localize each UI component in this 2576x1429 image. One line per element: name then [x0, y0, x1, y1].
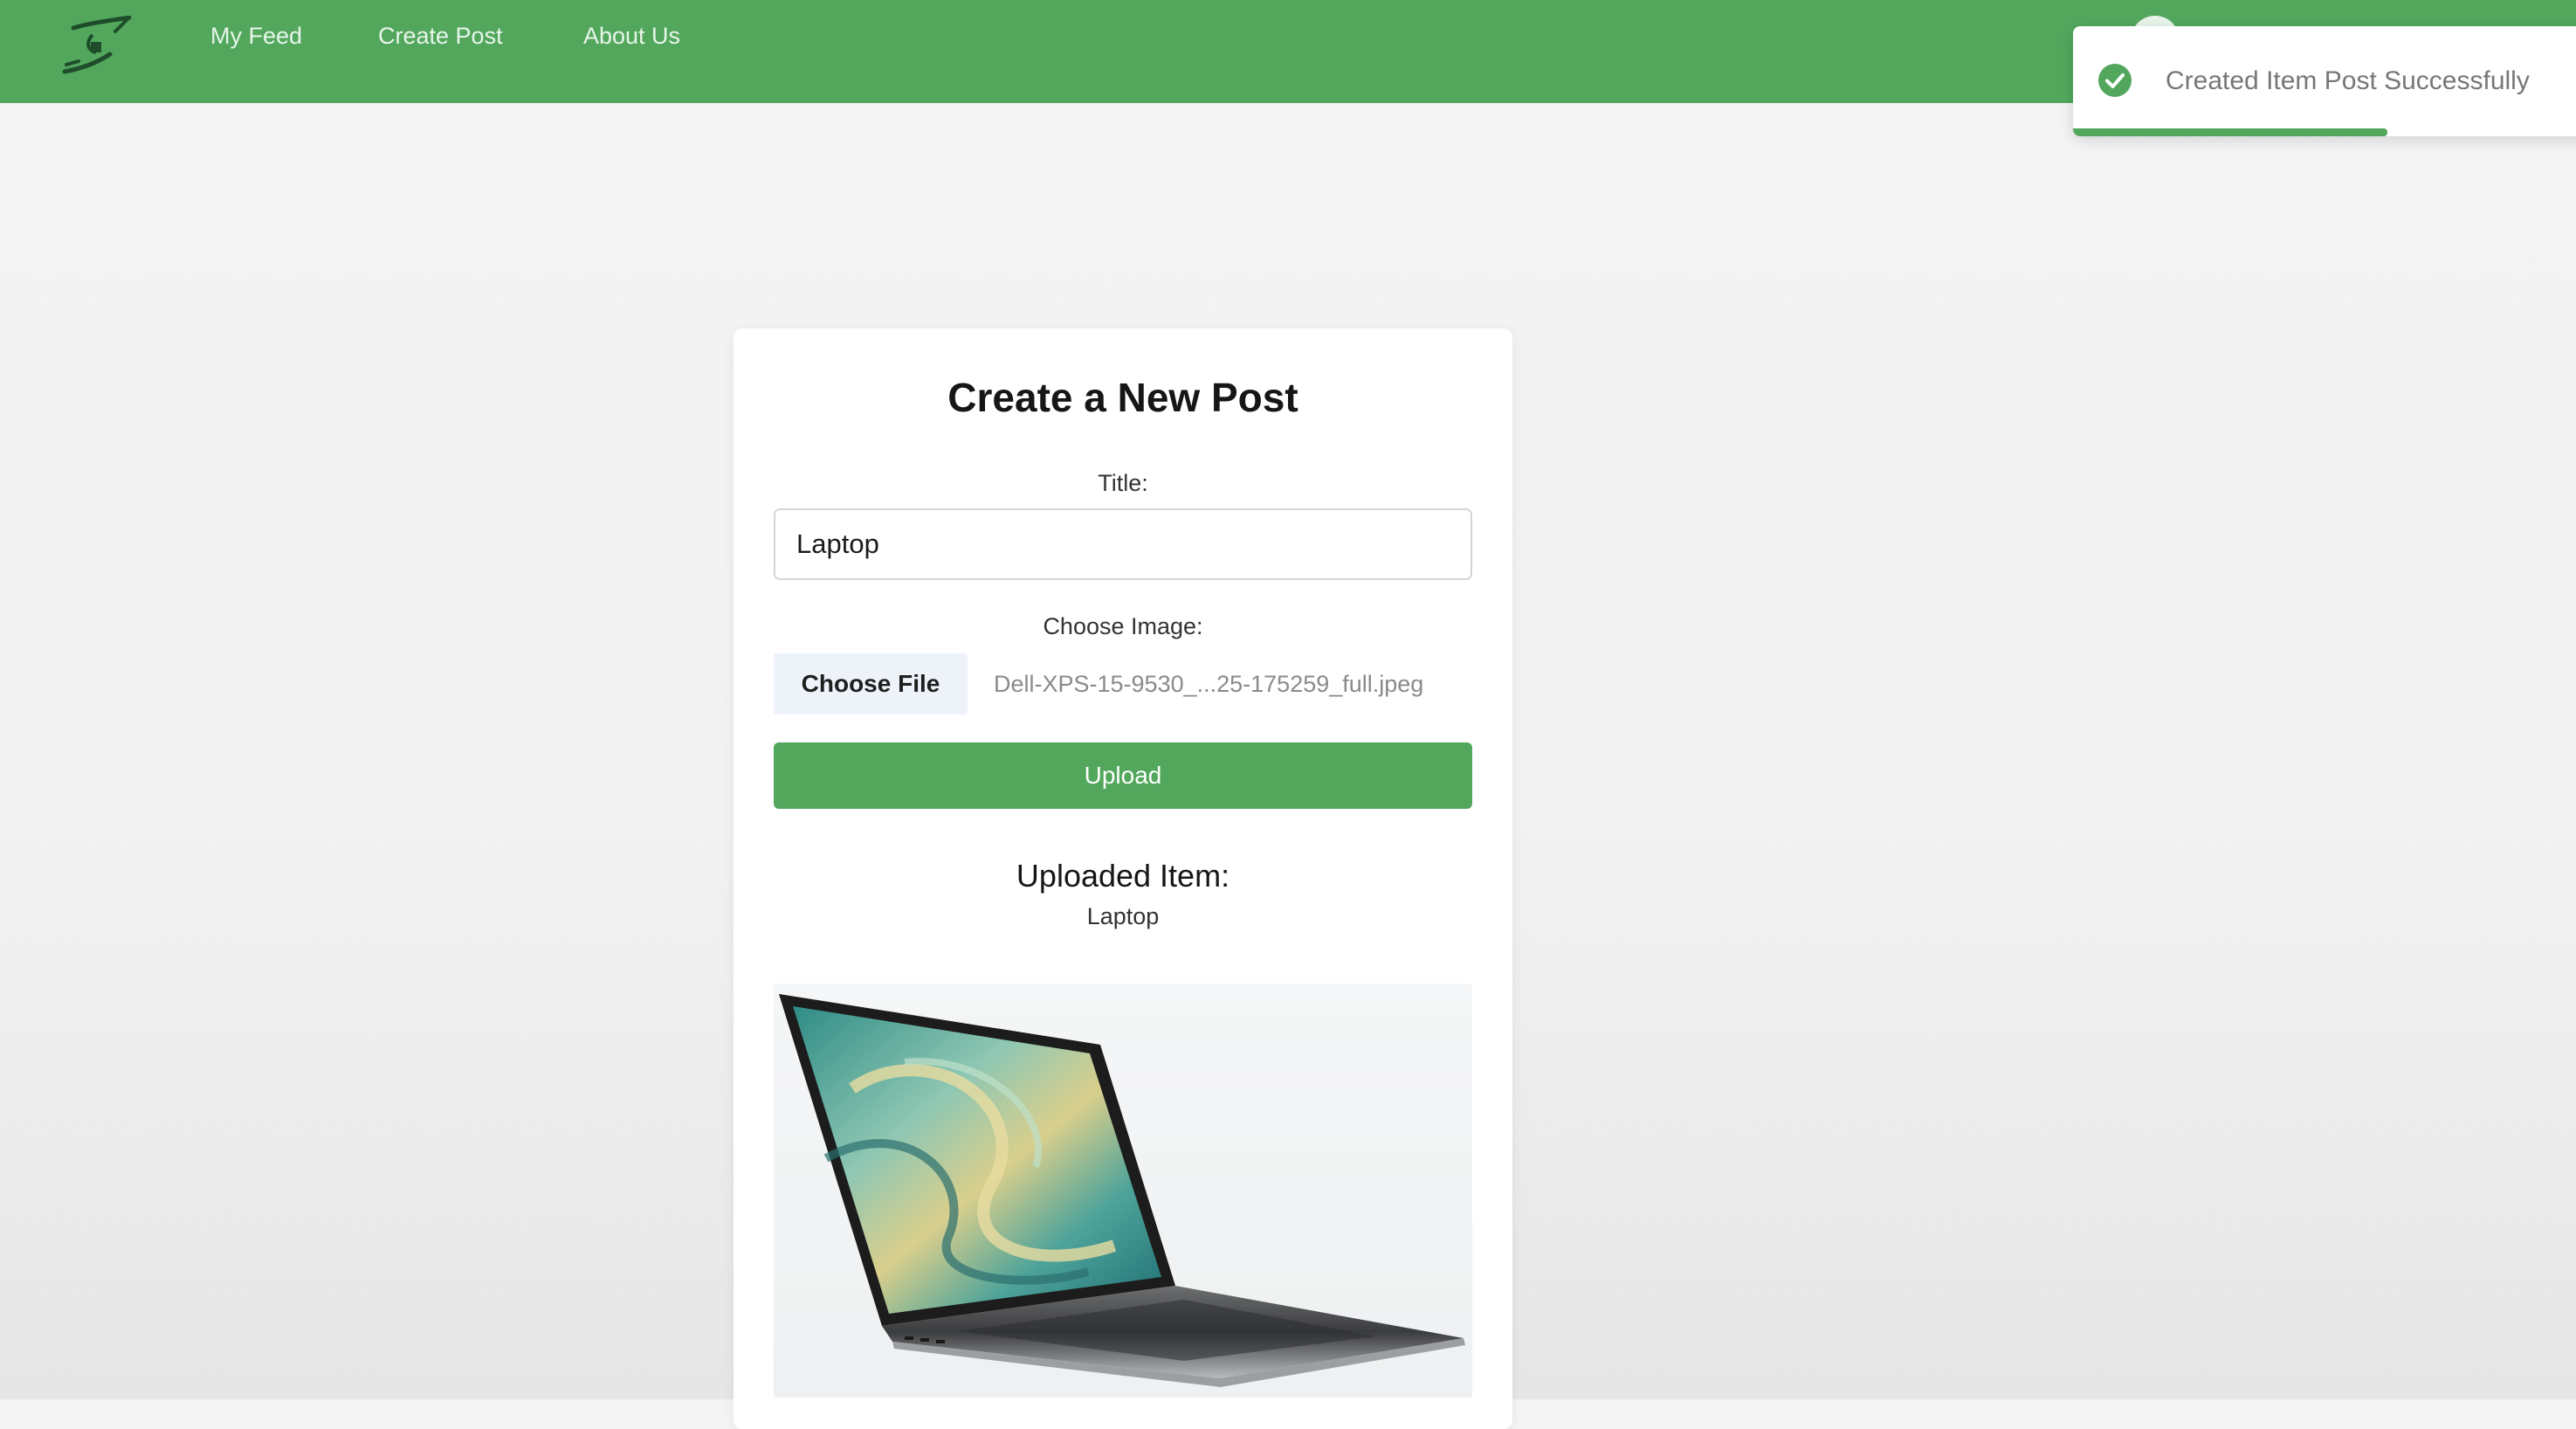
- uploaded-item-heading: Uploaded Item:: [1016, 858, 1230, 894]
- selected-file-name: Dell-XPS-15-9530_...25-175259_full.jpeg: [994, 671, 1424, 697]
- nav-my-feed[interactable]: My Feed: [210, 23, 302, 50]
- nav-create-post[interactable]: Create Post: [378, 23, 503, 50]
- page-title: Create a New Post: [947, 375, 1298, 420]
- upload-button[interactable]: Upload: [774, 742, 1472, 809]
- choose-file-button[interactable]: Choose File: [774, 653, 968, 714]
- uploaded-item-name: Laptop: [1086, 903, 1160, 929]
- hands-logo-icon[interactable]: [59, 16, 133, 77]
- toast-progress-bar: [2073, 128, 2387, 136]
- title-input[interactable]: [774, 508, 1472, 580]
- uploaded-item-image: [774, 984, 1472, 1398]
- create-post-card: Create a New Post Title: Choose Image: C…: [734, 328, 1512, 1429]
- title-label: Title:: [1098, 470, 1148, 496]
- toast-message: Created Item Post Successfully: [2166, 66, 2530, 95]
- choose-image-label: Choose Image:: [1043, 613, 1203, 639]
- check-circle-icon: [2098, 64, 2132, 97]
- laptop-image: [779, 994, 1465, 1387]
- nav-about-us[interactable]: About Us: [583, 23, 680, 50]
- toast-progress-track: [2073, 128, 2576, 136]
- success-toast[interactable]: Created Item Post Successfully: [2073, 26, 2576, 136]
